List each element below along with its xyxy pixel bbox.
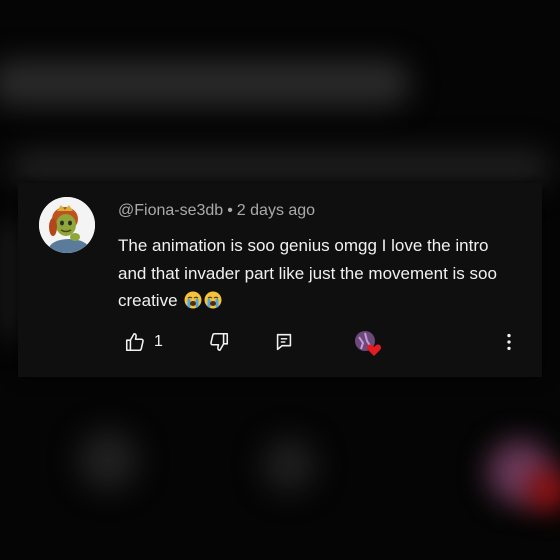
blurred-heart <box>528 470 560 510</box>
comment-body: The animation is soo genius omgg I love … <box>118 232 518 315</box>
dislike-button[interactable] <box>208 331 230 353</box>
loudly-crying-face-icon <box>204 291 222 309</box>
comment-meta: @Fiona-se3db • 2 days ago <box>118 202 315 220</box>
reply-button[interactable] <box>273 331 295 353</box>
thumbs-down-icon <box>210 332 229 352</box>
like-button[interactable]: 1 <box>124 331 163 353</box>
blurred-like-icon <box>78 430 138 490</box>
more-vertical-icon <box>507 333 511 351</box>
comment-text: The animation is soo genius omgg I love … <box>118 236 497 310</box>
comment-card: @Fiona-se3db • 2 days ago The animation is… <box>18 183 542 377</box>
meta-separator: • <box>227 202 233 219</box>
ogre-princess-avatar-icon <box>39 197 95 253</box>
like-count: 1 <box>154 333 163 350</box>
comment-timestamp[interactable]: 2 days ago <box>237 202 315 219</box>
creator-heart-icon <box>355 331 382 356</box>
thumbs-up-icon <box>125 332 144 352</box>
blurred-reply-icon <box>262 438 316 492</box>
author-handle[interactable]: @Fiona-se3db <box>118 202 223 219</box>
author-avatar[interactable] <box>39 197 95 253</box>
more-actions-button[interactable] <box>498 331 520 353</box>
loudly-crying-face-icon <box>184 291 202 309</box>
creator-heart-badge[interactable] <box>353 329 383 357</box>
blurred-header-text <box>0 60 410 106</box>
reply-comment-icon <box>276 333 292 351</box>
comment-actions: 1 <box>18 329 542 357</box>
